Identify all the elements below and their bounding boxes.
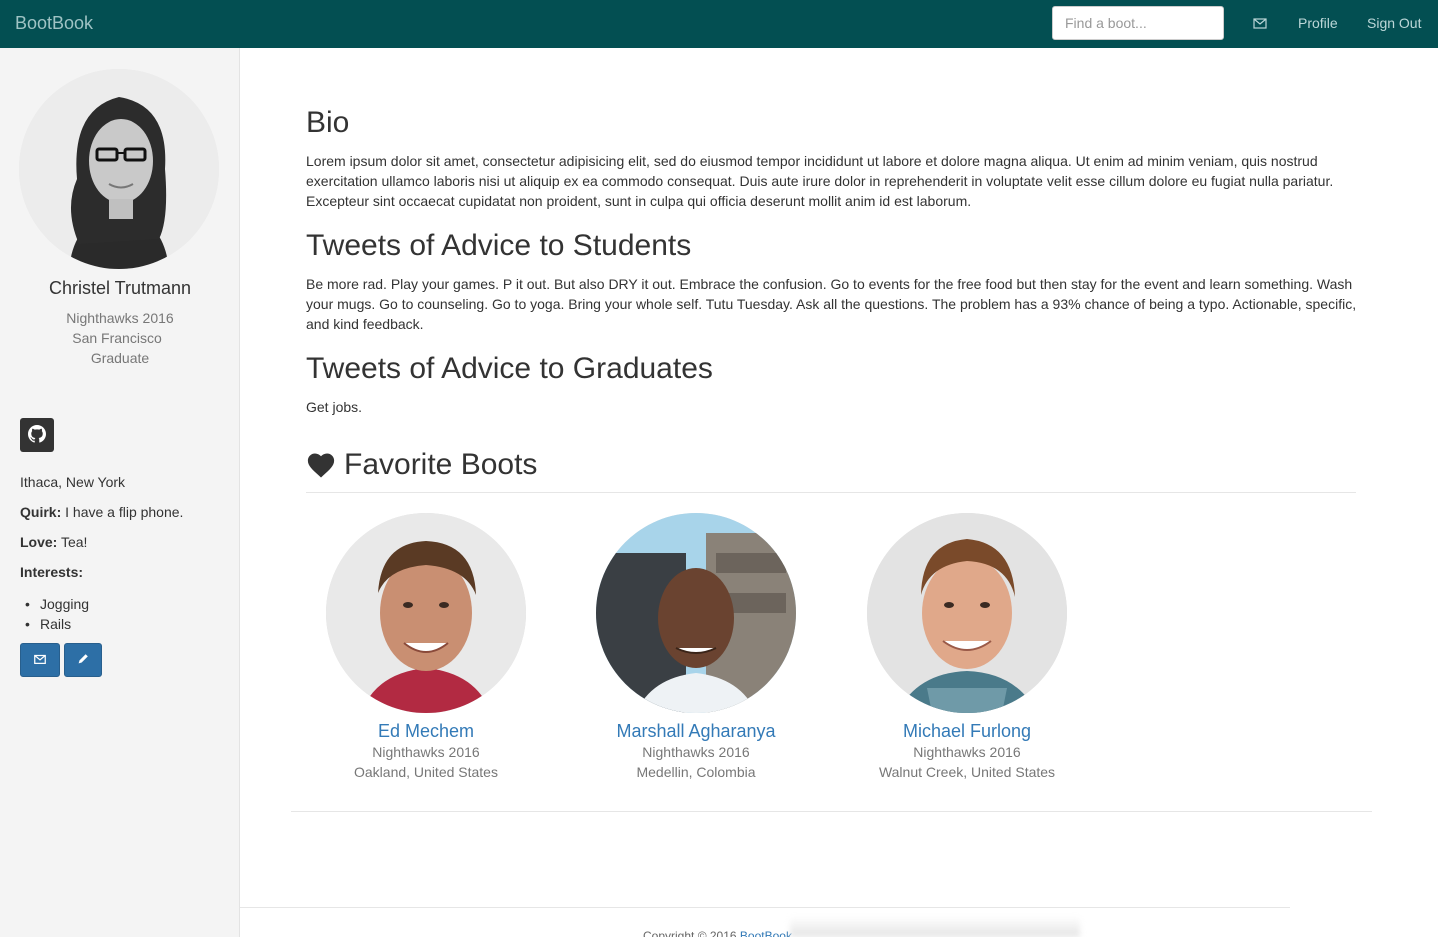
boot-cohort: Nighthawks 2016 [642, 744, 750, 760]
envelope-icon [33, 652, 47, 669]
bio-text: Lorem ipsum dolor sit amet, consectetur … [306, 153, 1334, 209]
profile-link[interactable]: Profile [1298, 15, 1338, 31]
boot-location: Medellin, Colombia [636, 764, 756, 780]
footer-shadow [790, 916, 1080, 937]
content-divider [291, 811, 1372, 812]
quirk-value: I have a flip phone. [65, 504, 184, 520]
sign-out-link[interactable]: Sign Out [1367, 15, 1421, 31]
profile-status: Graduate [90, 350, 150, 366]
pencil-icon [76, 652, 90, 669]
footer-text: Copyright © 2016 [643, 929, 737, 937]
favorites-title: Favorite Boots [344, 448, 538, 481]
brand-logo[interactable]: BootBook [15, 13, 93, 34]
love-value: Tea! [60, 534, 88, 550]
profile-love: Love: Tea! [20, 534, 87, 550]
profile-hometown: Ithaca, New York [20, 474, 126, 490]
students-advice-heading: Tweets of Advice to Students [306, 229, 692, 262]
footer-copyright: Copyright © 2016 BootBook [643, 929, 792, 937]
github-button[interactable] [20, 418, 54, 452]
footer-divider [240, 907, 1290, 908]
love-label: Love: [20, 534, 58, 550]
profile-cohort: Nighthawks 2016 [66, 310, 174, 326]
boot-cohort: Nighthawks 2016 [372, 744, 480, 760]
boot-cohort: Nighthawks 2016 [913, 744, 1021, 760]
boot-avatar[interactable] [867, 513, 1067, 713]
boot-name-link[interactable]: Michael Furlong [837, 721, 1097, 742]
github-icon [28, 424, 47, 446]
envelope-icon[interactable] [1252, 15, 1268, 31]
boot-avatar[interactable] [596, 513, 796, 713]
edit-button[interactable] [64, 643, 102, 677]
boot-location: Walnut Creek, United States [878, 764, 1056, 780]
profile-sidebar: Christel Trutmann Nighthawks 2016 San Fr… [0, 48, 240, 937]
profile-quirk: Quirk: I have a flip phone. [20, 504, 183, 520]
quirk-label: Quirk: [20, 504, 62, 520]
favorites-divider [306, 492, 1356, 493]
boot-location: Oakland, United States [354, 764, 498, 780]
boot-name-link[interactable]: Marshall Agharanya [566, 721, 826, 742]
profile-name: Christel Trutmann [48, 278, 192, 298]
boot-name-link[interactable]: Ed Mechem [296, 721, 556, 742]
profile-avatar [19, 69, 219, 269]
list-item: Jogging [20, 594, 89, 614]
top-navbar: BootBook Profile Sign Out [0, 0, 1438, 48]
graduates-advice-heading: Tweets of Advice to Graduates [306, 352, 713, 385]
interests-heading: Interests: [20, 564, 83, 580]
bio-heading: Bio [306, 106, 350, 139]
message-button[interactable] [20, 643, 60, 677]
footer-brand-link[interactable]: BootBook [740, 929, 792, 937]
favorites-heading: Favorite Boots [306, 448, 537, 482]
boot-avatar[interactable] [326, 513, 526, 713]
interests-label: Interests: [20, 564, 84, 580]
graduates-advice-text: Get jobs. [306, 399, 363, 415]
interests-list: Jogging Rails [25, 594, 89, 634]
heart-icon [306, 451, 336, 479]
list-item: Rails [20, 614, 89, 634]
profile-city: San Francisco [72, 330, 162, 346]
search-input[interactable] [1052, 6, 1224, 40]
students-advice-text: Be more rad. Play your games. P it out. … [306, 276, 1357, 332]
